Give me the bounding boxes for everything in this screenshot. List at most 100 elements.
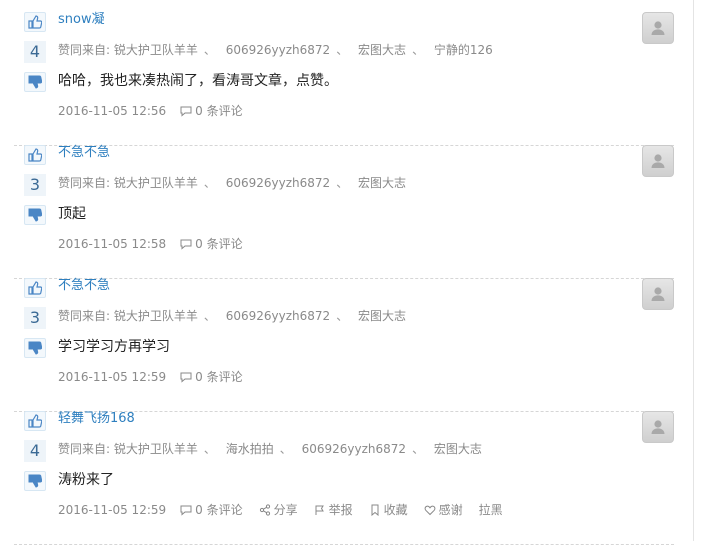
default-user-icon [651, 420, 665, 434]
comment-body: 顶起 [58, 206, 86, 222]
thumbs-down-icon [28, 208, 42, 222]
thumbs-down-icon [28, 474, 42, 488]
likers-prefix: 赞同来自: [58, 442, 111, 456]
vote-count: 4 [24, 41, 46, 63]
comment-body: 哈哈，我也来凑热闹了，看涛哥文章，点赞。 [58, 73, 338, 89]
comment-username[interactable]: snow凝 [58, 12, 105, 28]
avatar[interactable] [642, 12, 674, 44]
comment-item: 3 不急不急 赞同来自: 锐大护卫队羊羊、 606926yyzh6872、 宏图… [14, 145, 674, 279]
default-user-icon [651, 287, 665, 301]
separator: 、 [203, 43, 216, 57]
thumbs-down-icon [28, 341, 42, 355]
comments-count: 0 条评论 [195, 370, 243, 384]
liker-link[interactable]: 宏图大志 [358, 43, 406, 57]
separator: 、 [412, 43, 425, 57]
thumbs-up-icon [28, 148, 42, 162]
separator: 、 [203, 442, 216, 456]
downvote-button[interactable] [24, 72, 46, 92]
default-user-icon [651, 21, 665, 35]
comment-item: 4 轻舞飞扬168 赞同来自: 锐大护卫队羊羊、 海水拍拍、 606926yyz… [14, 411, 674, 545]
liker-link[interactable]: 宏图大志 [358, 309, 406, 323]
comment-item: 4 snow凝 赞同来自: 锐大护卫队羊羊、 606926yyzh6872、 宏… [14, 12, 674, 146]
likers-prefix: 赞同来自: [58, 309, 111, 323]
comment-timestamp: 2016-11-05 12:59 [58, 503, 167, 517]
share-label: 分享 [273, 503, 298, 517]
thumbs-up-icon [28, 281, 42, 295]
upvote-button[interactable] [24, 278, 46, 298]
liker-link[interactable]: 锐大护卫队羊羊 [114, 43, 198, 57]
comment-username[interactable]: 轻舞飞扬168 [58, 411, 135, 427]
comments-link[interactable]: 0 条评论 [180, 369, 243, 385]
upvote-button[interactable] [24, 411, 46, 431]
separator: 、 [336, 309, 349, 323]
comment-timestamp: 2016-11-05 12:56 [58, 104, 167, 118]
comments-link[interactable]: 0 条评论 [180, 502, 243, 518]
liker-link[interactable]: 606926yyzh6872 [226, 176, 330, 190]
separator: 、 [412, 442, 425, 456]
share-button[interactable]: 分享 [259, 502, 298, 518]
likers-line: 赞同来自: 锐大护卫队羊羊、 606926yyzh6872、 宏图大志 [58, 308, 406, 324]
liker-link[interactable]: 宁静的126 [434, 43, 493, 57]
comment-timestamp: 2016-11-05 12:59 [58, 370, 167, 384]
comment-username[interactable]: 不急不急 [58, 145, 110, 161]
thumbs-up-icon [28, 414, 42, 428]
comments-link[interactable]: 0 条评论 [180, 103, 243, 119]
favorite-button[interactable]: 收藏 [369, 502, 408, 518]
thanks-button[interactable]: 感谢 [424, 502, 463, 518]
speech-bubble-icon [180, 239, 192, 250]
vote-count: 3 [24, 174, 46, 196]
likers-line: 赞同来自: 锐大护卫队羊羊、 606926yyzh6872、 宏图大志 [58, 175, 406, 191]
downvote-button[interactable] [24, 471, 46, 491]
comment-timestamp: 2016-11-05 12:58 [58, 237, 167, 251]
comments-count: 0 条评论 [195, 503, 243, 517]
share-icon [259, 504, 270, 516]
comment-item: 3 不急不急 赞同来自: 锐大护卫队羊羊、 606926yyzh6872、 宏图… [14, 278, 674, 412]
comment-body: 涛粉来了 [58, 472, 114, 488]
speech-bubble-icon [180, 505, 192, 516]
liker-link[interactable]: 海水拍拍 [226, 442, 274, 456]
liker-link[interactable]: 宏图大志 [434, 442, 482, 456]
likers-prefix: 赞同来自: [58, 43, 111, 57]
default-user-icon [651, 154, 665, 168]
report-button[interactable]: 举报 [314, 502, 353, 518]
avatar[interactable] [642, 411, 674, 443]
speech-bubble-icon [180, 106, 192, 117]
separator: 、 [279, 442, 292, 456]
avatar[interactable] [642, 278, 674, 310]
comments-link[interactable]: 0 条评论 [180, 236, 243, 252]
avatar[interactable] [642, 145, 674, 177]
upvote-button[interactable] [24, 145, 46, 165]
favorite-label: 收藏 [383, 503, 408, 517]
report-label: 举报 [328, 503, 353, 517]
comments-count: 0 条评论 [195, 104, 243, 118]
downvote-button[interactable] [24, 338, 46, 358]
vote-count: 3 [24, 307, 46, 329]
upvote-button[interactable] [24, 12, 46, 32]
liker-link[interactable]: 锐大护卫队羊羊 [114, 442, 198, 456]
liker-link[interactable]: 宏图大志 [358, 176, 406, 190]
thumbs-down-icon [28, 75, 42, 89]
flag-icon [315, 505, 324, 515]
likers-prefix: 赞同来自: [58, 176, 111, 190]
liker-link[interactable]: 606926yyzh6872 [226, 43, 330, 57]
comment-body: 学习学习方再学习 [58, 339, 170, 355]
comment-meta: 2016-11-05 12:59 0 条评论 [58, 369, 259, 385]
liker-link[interactable]: 606926yyzh6872 [302, 442, 406, 456]
liker-link[interactable]: 锐大护卫队羊羊 [114, 309, 198, 323]
separator: 、 [203, 176, 216, 190]
separator: 、 [203, 309, 216, 323]
downvote-button[interactable] [24, 205, 46, 225]
comment-meta: 2016-11-05 12:58 0 条评论 [58, 236, 259, 252]
block-label: 拉黑 [478, 503, 503, 517]
thanks-label: 感谢 [438, 503, 463, 517]
heart-icon [424, 505, 436, 516]
liker-link[interactable]: 锐大护卫队羊羊 [114, 176, 198, 190]
vote-count: 4 [24, 440, 46, 462]
liker-link[interactable]: 606926yyzh6872 [226, 309, 330, 323]
likers-line: 赞同来自: 锐大护卫队羊羊、 606926yyzh6872、 宏图大志、 宁静的… [58, 42, 493, 58]
content-right-border [693, 0, 694, 541]
separator: 、 [336, 43, 349, 57]
block-button[interactable]: 拉黑 [479, 502, 503, 518]
comment-username[interactable]: 不急不急 [58, 278, 110, 294]
comment-meta: 2016-11-05 12:59 0 条评论 分享 举报 收藏 感谢 拉黑 [58, 502, 519, 518]
